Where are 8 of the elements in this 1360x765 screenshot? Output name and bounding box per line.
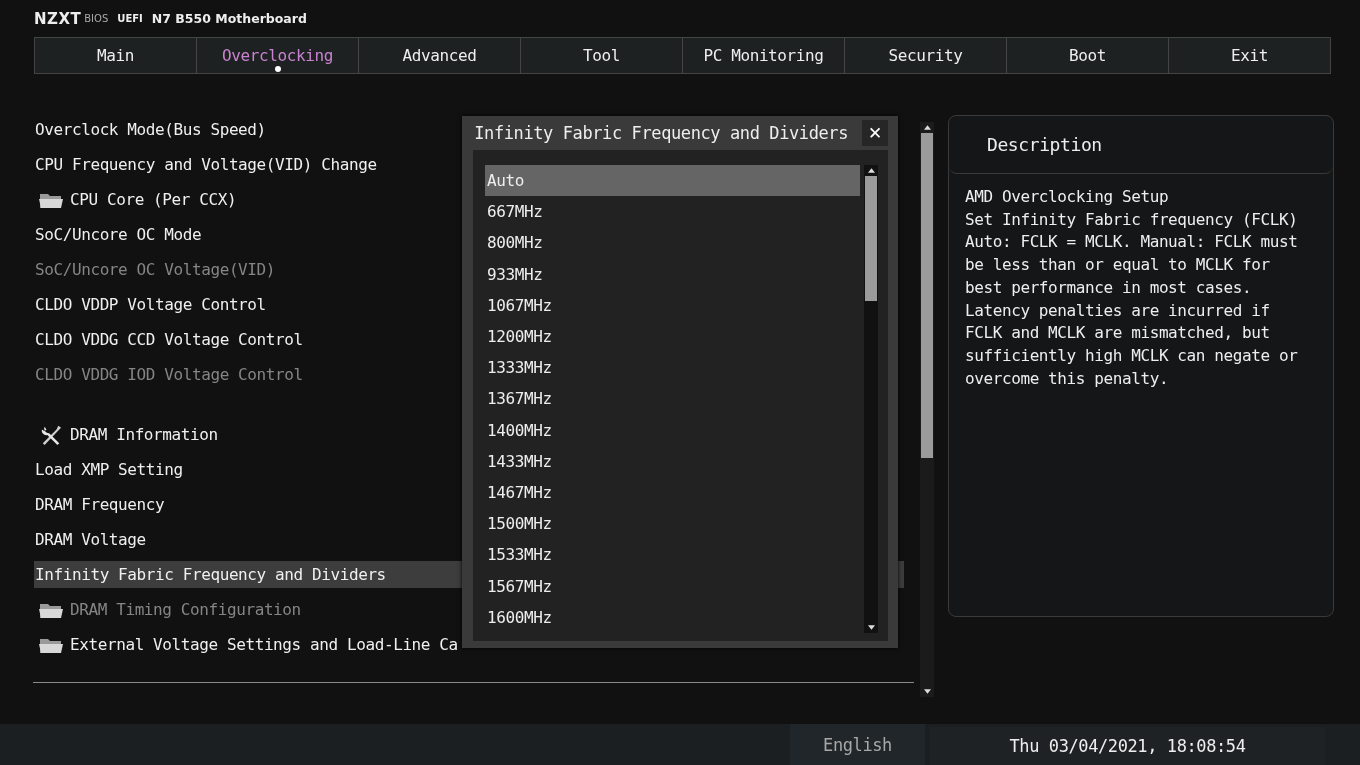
dialog-title: Infinity Fabric Frequency and Dividers — [474, 123, 848, 143]
bios-label: BIOS — [84, 13, 109, 24]
board-name: N7 B550 Motherboard — [151, 11, 307, 26]
description-title: Description — [949, 116, 1333, 174]
description-text: AMD Overclocking Setup Set Infinity Fabric frequency (FCLK) Auto: FCLK = MCLK. Manual: FCLK must be less than or equal to MCLK for best performance in most cases. Latency penalties are incurred if FCLK and MCLK are mismatched, but sufficiently high MCLK can negate or overcome this penalty. — [965, 186, 1299, 390]
brand-logo: NZXT — [34, 9, 82, 28]
uefi-label: UEFI — [117, 13, 143, 24]
date-time: Thu 03/04/2021, 18:08:54 — [930, 727, 1325, 765]
